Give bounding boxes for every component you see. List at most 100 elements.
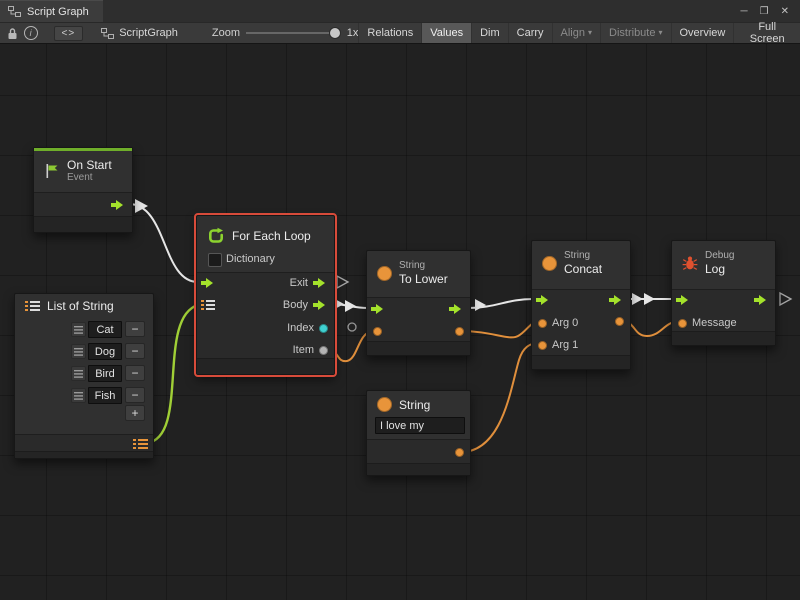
- list-item-field[interactable]: [88, 365, 122, 382]
- tab-script-graph[interactable]: Script Graph: [0, 0, 103, 22]
- info-icon[interactable]: i: [22, 24, 40, 42]
- flow-arrow-icon: [111, 200, 128, 210]
- flow-arrow-icon: [201, 278, 218, 288]
- flow-in-port[interactable]: [371, 304, 388, 314]
- flow-out-port[interactable]: [111, 200, 128, 210]
- distribute-button[interactable]: Distribute ▾: [600, 23, 670, 43]
- lock-icon[interactable]: [4, 24, 22, 42]
- drag-handle-icon[interactable]: [71, 344, 86, 359]
- remove-item-button[interactable]: −: [125, 321, 145, 337]
- tab-label: Script Graph: [27, 6, 89, 18]
- value-port-dot: [455, 327, 464, 336]
- node-on-start[interactable]: On Start Event: [33, 147, 133, 233]
- drag-handle-icon[interactable]: [71, 366, 86, 381]
- port-arg0[interactable]: Arg 0: [538, 317, 578, 329]
- maximize-button[interactable]: ❐: [755, 6, 774, 17]
- caret-down-icon: ▾: [658, 29, 662, 37]
- flow-arrow-icon: [754, 295, 771, 305]
- flow-arrow-icon: [676, 295, 693, 305]
- wire-onstart-foreach: [129, 204, 198, 282]
- list-item-field[interactable]: [88, 321, 122, 338]
- node-string-literal[interactable]: String: [366, 390, 471, 476]
- code-view-button[interactable]: <>: [54, 26, 84, 41]
- node-to-lower[interactable]: String To Lower: [366, 250, 471, 356]
- exit-ghost-arrow: [337, 276, 348, 288]
- port-exit[interactable]: Exit: [290, 277, 330, 289]
- node-for-each-loop[interactable]: For Each Loop Dictionary Exit Body Index: [196, 215, 335, 375]
- event-accent-strip: [34, 148, 132, 151]
- node-concat[interactable]: String Concat Arg 0 Arg 1: [531, 240, 631, 370]
- collection-in-port[interactable]: [201, 299, 215, 311]
- node-category: Debug: [705, 250, 734, 262]
- list-out-port[interactable]: [133, 438, 148, 450]
- drag-handle-icon[interactable]: [71, 322, 86, 337]
- zoom-value: 1x: [347, 27, 359, 39]
- carry-button[interactable]: Carry: [508, 23, 552, 43]
- dim-button[interactable]: Dim: [471, 23, 508, 43]
- drag-handle-icon[interactable]: [71, 388, 86, 403]
- list-icon: [201, 299, 215, 311]
- window-controls: ─ ❐ ✕: [736, 0, 800, 22]
- port-label: Body: [283, 299, 308, 311]
- flow-out-port[interactable]: [754, 295, 771, 305]
- flow-arrow-icon: [609, 295, 626, 305]
- zoom-slider-handle[interactable]: [330, 28, 340, 38]
- node-title: Concat: [564, 262, 602, 276]
- flow-out-port[interactable]: [609, 295, 626, 305]
- result-out-port[interactable]: [455, 327, 464, 336]
- node-footer: [532, 355, 630, 369]
- node-list-of-string[interactable]: List of String − − − − +: [14, 293, 154, 459]
- graph-canvas[interactable]: On Start Event List of String −: [0, 44, 800, 600]
- string-out-port[interactable]: [455, 448, 464, 457]
- port-label: Message: [692, 317, 737, 329]
- wire-arrowhead: [345, 300, 356, 312]
- minimize-button[interactable]: ─: [736, 6, 753, 17]
- distribute-label: Distribute: [609, 27, 655, 39]
- add-item-button[interactable]: +: [125, 405, 145, 421]
- port-arg1[interactable]: Arg 1: [538, 339, 578, 351]
- flow-arrow-icon: [313, 300, 330, 310]
- toolbar-button-group: Relations Values Dim Carry Align ▾ Distr…: [358, 23, 800, 43]
- flow-in-port[interactable]: [536, 295, 553, 305]
- remove-item-button[interactable]: −: [125, 387, 145, 403]
- flow-in-port[interactable]: [201, 278, 218, 288]
- node-category: String: [564, 250, 602, 262]
- port-message[interactable]: Message: [678, 317, 737, 329]
- node-title: List of String: [47, 299, 114, 313]
- flow-in-port[interactable]: [676, 295, 693, 305]
- port-body[interactable]: Body: [283, 299, 330, 311]
- list-item-field[interactable]: [88, 387, 122, 404]
- flow-out-port[interactable]: [449, 304, 466, 314]
- value-port-dot: [615, 317, 624, 326]
- close-button[interactable]: ✕: [776, 6, 794, 17]
- zoom-slider[interactable]: [246, 27, 341, 39]
- string-value-field[interactable]: [375, 417, 465, 434]
- align-label: Align: [561, 27, 585, 39]
- list-item-field[interactable]: [88, 343, 122, 360]
- node-category: String: [399, 260, 448, 272]
- graph-name-label: ScriptGraph: [119, 27, 178, 39]
- result-out-port[interactable]: [615, 317, 624, 326]
- remove-item-button[interactable]: −: [125, 343, 145, 359]
- node-debug-log[interactable]: Debug Log Message: [671, 240, 776, 346]
- graph-breadcrumb[interactable]: ScriptGraph: [101, 27, 178, 39]
- wire-arrowhead: [475, 299, 486, 311]
- align-button[interactable]: Align ▾: [552, 23, 600, 43]
- fullscreen-button[interactable]: Full Screen: [733, 23, 800, 43]
- string-in-port[interactable]: [373, 327, 382, 336]
- flow-arrow-icon: [536, 295, 553, 305]
- overview-button[interactable]: Overview: [671, 23, 734, 43]
- relations-button[interactable]: Relations: [358, 23, 421, 43]
- window-titlebar: Script Graph ─ ❐ ✕: [0, 0, 800, 22]
- remove-item-button[interactable]: −: [125, 365, 145, 381]
- dictionary-checkbox[interactable]: [208, 253, 222, 267]
- flow-arrow-icon: [449, 304, 466, 314]
- wire-arrowhead: [135, 199, 148, 213]
- port-index[interactable]: Index: [287, 322, 328, 334]
- port-item[interactable]: Item: [293, 344, 328, 356]
- padlock-glyph: [7, 27, 18, 40]
- wire-tolower-arg0: [461, 321, 539, 337]
- port-label: Exit: [290, 277, 308, 289]
- values-button[interactable]: Values: [421, 23, 471, 43]
- value-port-dot: [678, 319, 687, 328]
